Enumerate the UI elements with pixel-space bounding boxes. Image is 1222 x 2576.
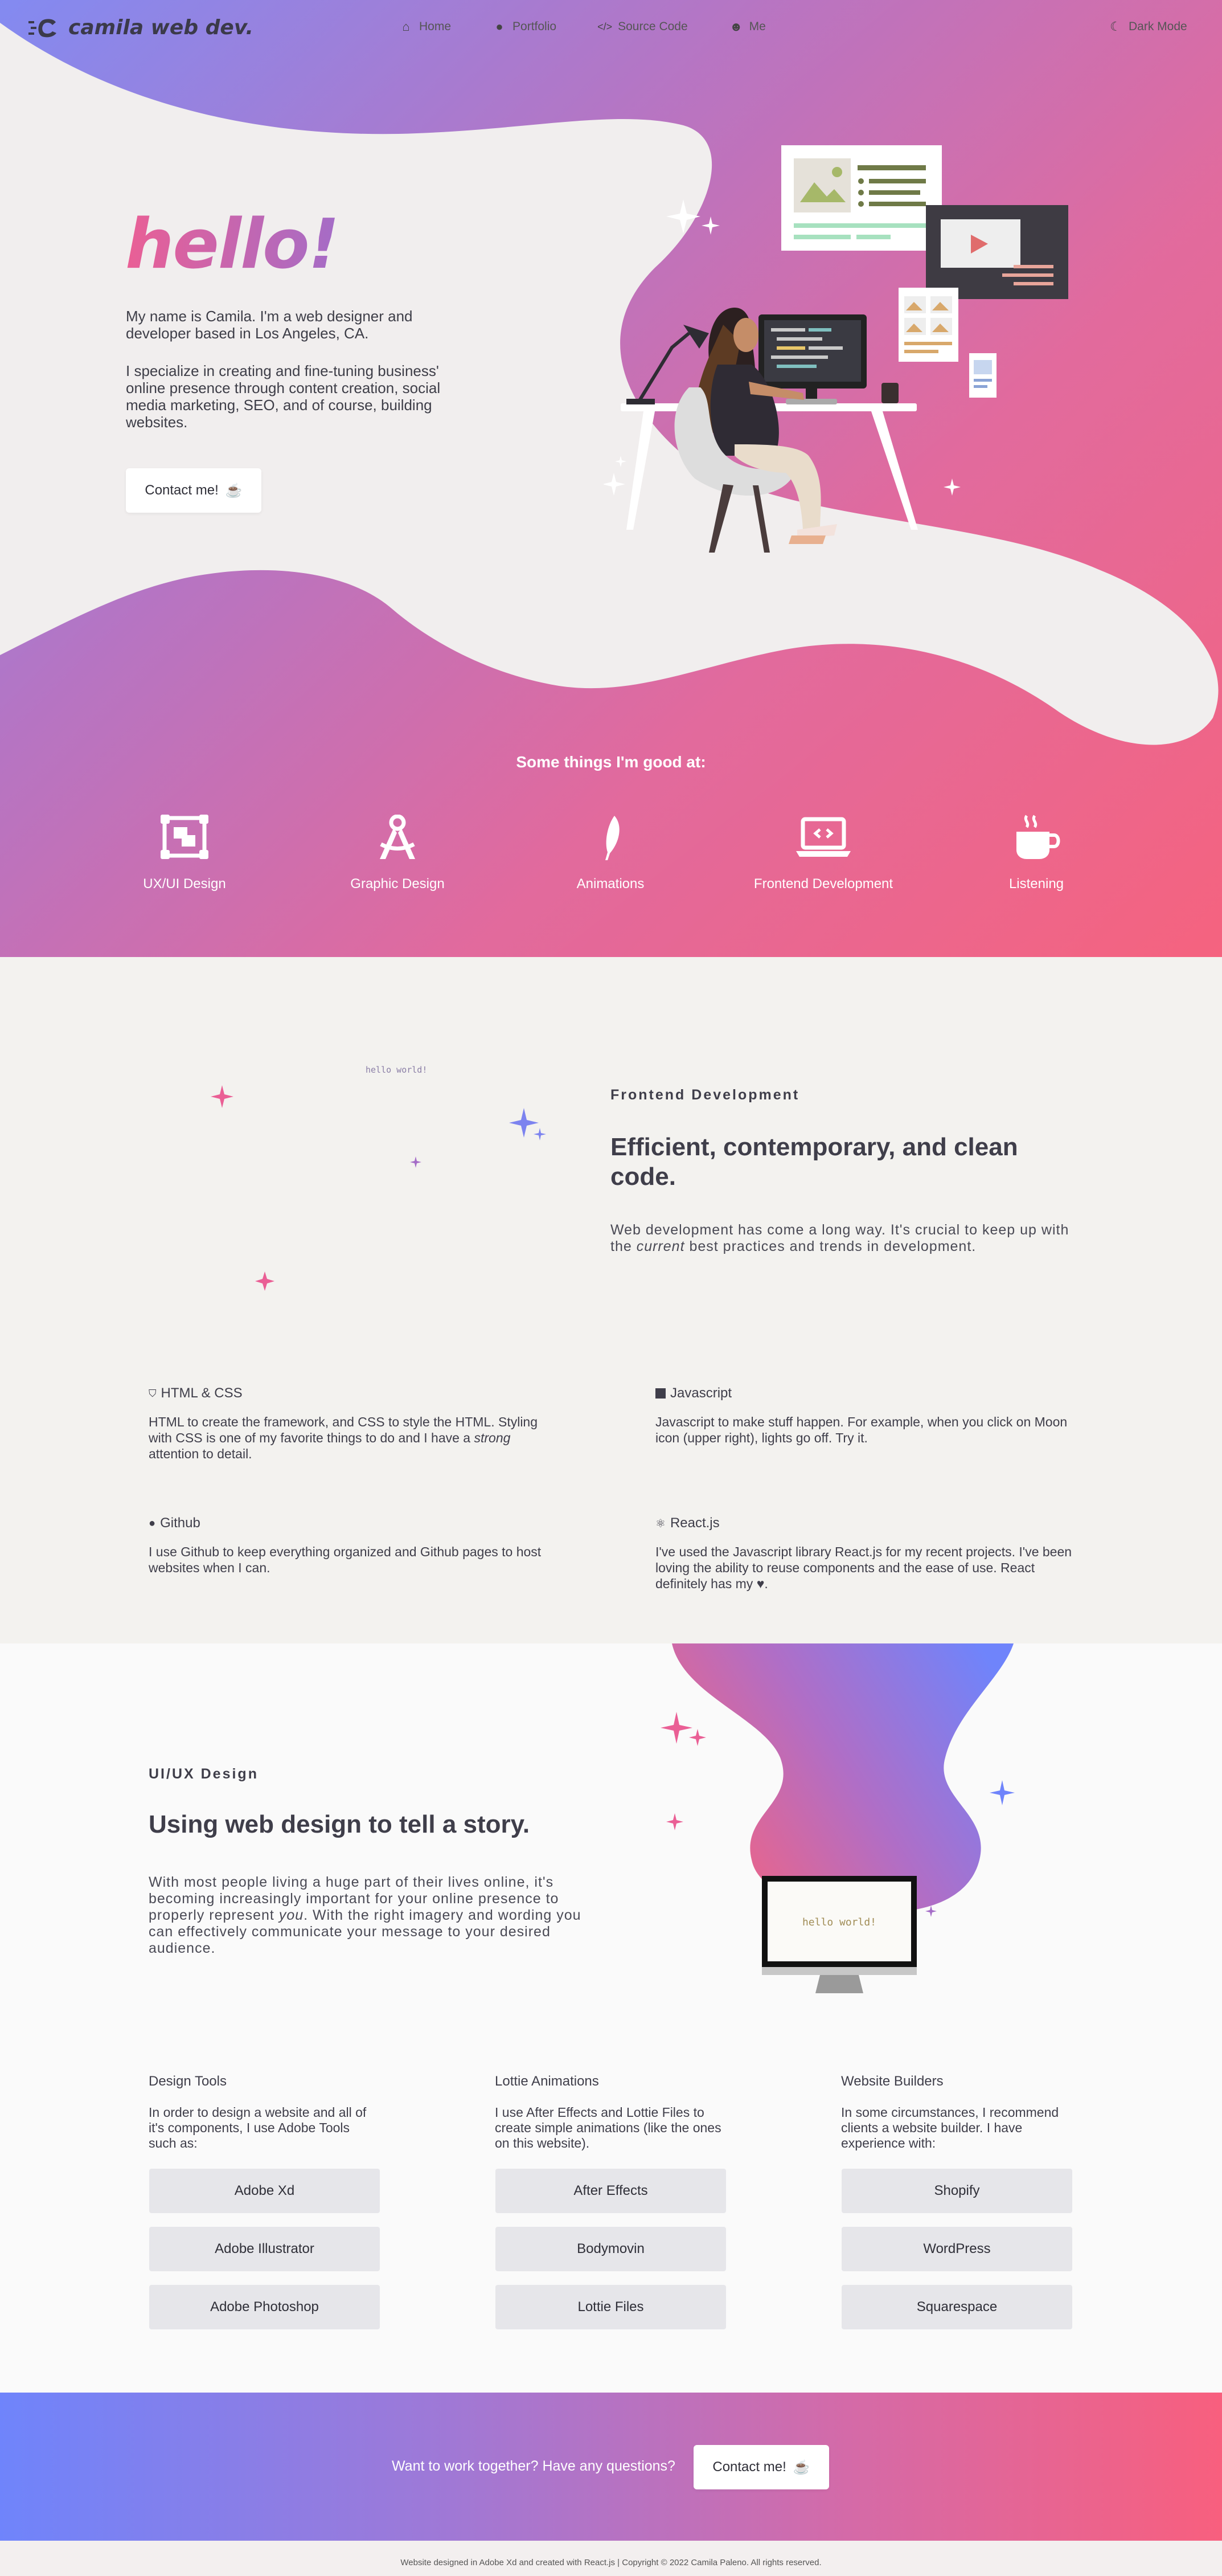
- skills-title: Some things I'm good at:: [516, 753, 706, 771]
- skill-listening: Listening: [945, 815, 1127, 892]
- uiux-section-label: UI/UX Design: [149, 1766, 259, 1782]
- tool-shopify-button[interactable]: Shopify: [842, 2169, 1072, 2213]
- laptop-code-icon: [796, 817, 851, 857]
- site-logo[interactable]: camila web dev.: [28, 16, 253, 39]
- skill-label: Frontend Development: [753, 876, 893, 892]
- tool-squarespace-button[interactable]: Squarespace: [842, 2285, 1072, 2329]
- website-builders-title: Website Builders: [841, 2074, 944, 2089]
- logo-text: camila web dev.: [68, 16, 254, 39]
- nav-link-me[interactable]: ☻ Me: [729, 19, 766, 34]
- footer-copyright: Website designed in Adobe Xd and created…: [400, 2558, 822, 2567]
- feature-html-css-text: HTML to create the framework, and CSS to…: [149, 1414, 538, 1461]
- coffee-icon: ☕: [793, 2459, 810, 2475]
- hero-intro: My name is Camila. I'm a web designer an…: [126, 308, 413, 342]
- developer-illustration: [604, 145, 1068, 553]
- gallery-card-icon: [899, 288, 958, 362]
- github-icon: ●: [149, 1516, 156, 1530]
- html5-icon: ⛉: [149, 1387, 157, 1399]
- hero-greeting: hello!: [125, 205, 339, 284]
- uiux-section: hello world! UI/UX Design Using web desi…: [0, 1643, 1222, 2393]
- feature-javascript-text: Javascript to make stuff happen. For exa…: [655, 1414, 1068, 1445]
- react-icon: ⚛: [655, 1517, 666, 1530]
- contact-button-label: Contact me!: [712, 2459, 786, 2475]
- frontend-section-title: Efficient, contemporary, and clean code.: [610, 1133, 1018, 1191]
- nav-links: ⌂ Home ● Portfolio </> Source Code ☻ Me: [399, 19, 807, 34]
- image-card-icon: [781, 145, 942, 251]
- smiley-icon: ☻: [729, 19, 743, 34]
- design-tools-text: In order to design a website and all of …: [149, 2105, 367, 2150]
- cta-contact-button[interactable]: Contact me! ☕: [694, 2445, 829, 2489]
- hero-contact-button[interactable]: Contact me! ☕: [126, 468, 261, 513]
- tool-wordpress-button[interactable]: WordPress: [842, 2227, 1072, 2271]
- compass-icon: [380, 815, 415, 859]
- tool-adobe-xd-button[interactable]: Adobe Xd: [149, 2169, 380, 2213]
- logo-mark-icon: [28, 18, 56, 37]
- tool-lottie-files-button[interactable]: Lottie Files: [495, 2285, 726, 2329]
- coffee-icon: [1016, 815, 1060, 859]
- uiux-blob-illustration: hello world!: [661, 1643, 1015, 1993]
- feather-icon: [605, 816, 620, 860]
- nav-link-label: Me: [749, 20, 766, 33]
- nav-link-label: Source Code: [618, 20, 688, 33]
- skill-ux-ui-design: UX/UI Design: [93, 815, 276, 892]
- tool-bodymovin-button[interactable]: Bodymovin: [495, 2227, 726, 2271]
- nav-link-label: Portfolio: [512, 20, 557, 33]
- tool-adobe-illustrator-button[interactable]: Adobe Illustrator: [149, 2227, 380, 2271]
- skill-label: Graphic Design: [350, 876, 445, 892]
- nav-link-portfolio[interactable]: ● Portfolio: [492, 19, 556, 34]
- skill-label: UX/UI Design: [143, 876, 226, 892]
- contact-button-label: Contact me!: [145, 483, 219, 498]
- dark-mode-toggle[interactable]: ☾ Dark Mode: [1108, 19, 1187, 34]
- skill-frontend-development: Frontend Development: [732, 815, 915, 892]
- palette-icon: ●: [495, 19, 503, 34]
- monitor-hello-world-text: hello world!: [802, 1916, 876, 1928]
- moon-icon: ☾: [1110, 19, 1121, 34]
- nav-link-label: Home: [419, 20, 452, 33]
- code-hello-world-text: hello world!: [366, 1065, 427, 1075]
- video-card-icon: [926, 205, 1068, 299]
- lottie-animations-text: I use After Effects and Lottie Files to …: [495, 2105, 721, 2150]
- skill-graphic-design: Graphic Design: [306, 815, 489, 892]
- code-lines-illustration: hello world!: [202, 1000, 546, 1309]
- skill-label: Listening: [1008, 876, 1064, 892]
- frontend-section: hello world! Frontend Development Effici…: [0, 957, 1222, 1643]
- heart-icon: ♥: [756, 1576, 765, 1591]
- feature-react-text: I've used the Javascript library React.j…: [655, 1544, 1072, 1591]
- layout-icon: [161, 815, 208, 859]
- dark-mode-label: Dark Mode: [1129, 20, 1187, 33]
- uiux-section-title: Using web design to tell a story.: [149, 1810, 530, 1838]
- mobile-card-icon: [969, 353, 997, 398]
- tool-after-effects-button[interactable]: After Effects: [495, 2169, 726, 2213]
- feature-html-css-title: ⛉ HTML & CSS: [149, 1385, 243, 1401]
- call-to-action-section: Want to work together? Have any question…: [0, 2393, 1222, 2541]
- home-icon: ⌂: [402, 19, 410, 34]
- tool-adobe-photoshop-button[interactable]: Adobe Photoshop: [149, 2285, 380, 2329]
- frontend-section-label: Frontend Development: [610, 1087, 800, 1103]
- feature-react-title: ⚛ React.js: [655, 1515, 720, 1531]
- hero-section: camila web dev. ⌂ Home ● Portfolio </> S…: [0, 0, 1222, 957]
- design-tools-title: Design Tools: [149, 2074, 227, 2089]
- skill-animations: Animations: [519, 815, 702, 892]
- website-builders-text: In some circumstances, I recommend clien…: [841, 2105, 1059, 2150]
- feature-javascript-title: Javascript: [655, 1385, 732, 1401]
- nav-link-source-code[interactable]: </> Source Code: [597, 19, 688, 34]
- js-icon: [655, 1388, 666, 1399]
- feature-github-title: ● Github: [149, 1515, 200, 1531]
- hero-specialty: I specialize in creating and fine-tuning…: [126, 362, 441, 431]
- skill-label: Animations: [576, 876, 645, 892]
- uiux-section-description: With most people living a huge part of t…: [149, 1874, 581, 1956]
- nav-link-home[interactable]: ⌂ Home: [399, 19, 451, 34]
- frontend-section-description: Web development has come a long way. It'…: [610, 1222, 1069, 1254]
- code-icon: </>: [597, 21, 613, 32]
- lottie-animations-title: Lottie Animations: [495, 2074, 599, 2089]
- top-navigation: camila web dev. ⌂ Home ● Portfolio </> S…: [0, 16, 1222, 39]
- coffee-icon: ☕: [225, 483, 243, 498]
- feature-github-text: I use Github to keep everything organize…: [149, 1544, 542, 1575]
- footer: Website designed in Adobe Xd and created…: [0, 2541, 1222, 2576]
- cta-text: Want to work together? Have any question…: [392, 2458, 675, 2474]
